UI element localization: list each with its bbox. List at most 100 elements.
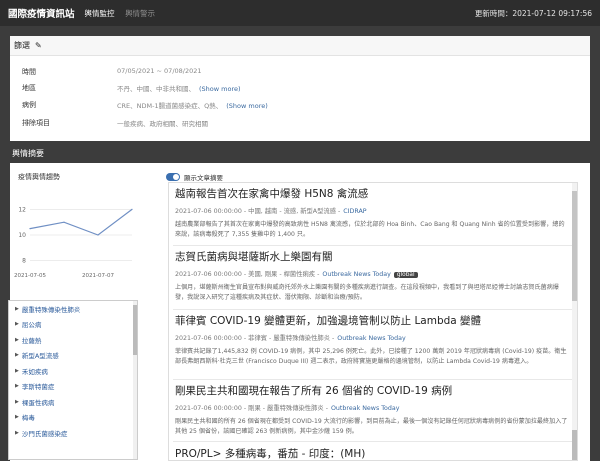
- filter-title: 篩選: [14, 41, 30, 50]
- article-meta-text: 2021-07-06 00:00:00 - 中國, 越南 - 流感, 新型A型流…: [175, 208, 341, 215]
- article-title[interactable]: 志賀氏菌病與堪薩斯水上樂園有關: [175, 249, 570, 264]
- category-label: 裸蛋性病病: [21, 398, 55, 407]
- category-label: 李斯特菌症: [21, 383, 55, 392]
- series-line: [29, 208, 133, 236]
- category-label: 新型A型流感: [21, 352, 59, 361]
- filter-value-disease: CRE、NDM-1腸道菌感染症、Q熱、 (Show more): [117, 100, 268, 110]
- filter-label-exclude: 排除項目: [22, 119, 50, 127]
- filter-exclude-text: 一般疾病、政府相關、研究相關: [117, 120, 208, 128]
- article-summary: 越南農業部報告了其首次在家禽中爆發的高致病性 H5N8 禽流感，位於北部的 Ho…: [175, 221, 565, 238]
- filter-label-disease: 病例: [22, 101, 36, 109]
- filter-region-text: 不丹、中國、中非共和國、: [117, 85, 195, 93]
- category-label: 拉薩熱: [21, 336, 42, 345]
- page-scroll-thumb[interactable]: [572, 430, 577, 460]
- trend-title: 疫情輿情趨勢: [18, 173, 60, 181]
- x-tick-label: 2021-07-05: [14, 273, 46, 279]
- article-divider: [173, 379, 573, 380]
- article-meta-text: 2021-07-06 00:00:00 - 剛果 - 嚴重特殊傳染性肺炎 -: [175, 405, 328, 412]
- category-item[interactable]: ▶ 屈公病: [9, 317, 137, 333]
- nav-monitoring[interactable]: 輿情監控: [85, 9, 115, 18]
- category-label: 沙門氏菌感染症: [21, 429, 68, 438]
- filter-value-time: 07/05/2021 ~ 07/08/2021: [117, 67, 202, 75]
- category-scrollbar[interactable]: [133, 301, 137, 459]
- filter-time-text: 07/05/2021 ~ 07/08/2021: [117, 67, 202, 75]
- article-title[interactable]: 越南報告首次在家禽中爆發 H5N8 禽流感: [175, 186, 570, 201]
- caret-right-icon[interactable]: ▶: [15, 414, 19, 420]
- article-title[interactable]: 剛果民主共和國現在報告了所有 26 個省的 COVID-19 病例: [175, 383, 570, 398]
- x-tick-label: 2021-07-07: [82, 273, 114, 279]
- article-item: PRO/PL> 多種病毒，番茄 - 印度：(MH): [175, 446, 570, 460]
- data-point: [97, 234, 99, 236]
- article-feed: 越南報告首次在家禽中爆發 H5N8 禽流感 2021-07-06 00:00:0…: [168, 182, 578, 461]
- category-item[interactable]: ▶ 沙門氏菌感染症: [9, 425, 137, 441]
- brand-title[interactable]: 國際疫情資訊站: [8, 6, 75, 20]
- category-item[interactable]: ▶ 嚴重特殊傳染性肺炎: [9, 301, 137, 317]
- filter-value-region: 不丹、中國、中非共和國、 (Show more): [117, 83, 241, 93]
- article-meta-text: 2021-07-06 00:00:00 - 菲律賓 - 嚴重特殊傳染性肺炎 -: [175, 335, 335, 342]
- y-tick-label: 10: [18, 232, 26, 239]
- article-item: 菲律賓 COVID-19 變體更新，加強邊境管制以防止 Lambda 變體 20…: [175, 313, 570, 367]
- article-source-link[interactable]: Outbreak News Today: [331, 405, 399, 412]
- top-navbar: 國際疫情資訊站 輿情監控 輿情警示 更新時間：2021-07-12 09:17:…: [0, 0, 600, 26]
- article-summary: 剛果民主共和國的所有 26 個省現在都受到 COVID-19 大流行的影響，到目…: [175, 418, 568, 435]
- article-source-link[interactable]: Outbreak News Today: [322, 271, 390, 278]
- article-tag-badge[interactable]: global: [393, 272, 418, 278]
- category-list: ▶ 嚴重特殊傳染性肺炎 ▶ 屈公病 ▶ 拉薩熱 ▶ 新型A型流感 ▶ 禾如疾病 ▶ 李斯特菌症 ▶ 裸蛋性…: [8, 300, 138, 460]
- article-divider: [173, 441, 573, 442]
- filter-label-region: 地區: [22, 84, 36, 92]
- y-tick-label: 8: [22, 258, 26, 265]
- filter-disease-text: CRE、NDM-1腸道菌感染症、Q熱、: [117, 102, 223, 110]
- category-item[interactable]: ▶ 新型A型流感: [9, 348, 137, 364]
- article-summary: 菲律賓共記錄了1,445,832 例 COVID-19 病例，其中 25,296…: [175, 348, 567, 365]
- toggle-knob: [173, 174, 179, 180]
- trend-line-chart: 8 10 12 2021-07-05 2021-07-07: [14, 206, 133, 279]
- article-title[interactable]: 菲律賓 COVID-19 變體更新，加強邊境管制以防止 Lambda 變體: [175, 313, 570, 328]
- caret-right-icon[interactable]: ▶: [15, 368, 19, 374]
- main-nav: 輿情監控 輿情警示: [85, 8, 164, 19]
- caret-right-icon[interactable]: ▶: [15, 321, 19, 327]
- category-label: 禾如疾病: [21, 367, 48, 376]
- article-item: 越南報告首次在家禽中爆發 H5N8 禽流感 2021-07-06 00:00:0…: [175, 186, 570, 240]
- filter-value-exclude: 一般疾病、政府相關、研究相關: [117, 118, 208, 128]
- article-meta: 2021-07-06 00:00:00 - 中國, 越南 - 流感, 新型A型流…: [175, 206, 570, 215]
- summary-toggle[interactable]: 顯示文章摘要: [166, 172, 223, 182]
- filter-label-time: 時間: [22, 68, 36, 76]
- caret-right-icon[interactable]: ▶: [15, 399, 19, 405]
- category-item[interactable]: ▶ 梅毒: [9, 410, 137, 426]
- data-point: [131, 208, 133, 210]
- caret-right-icon[interactable]: ▶: [15, 306, 19, 312]
- disease-show-more-link[interactable]: (Show more): [226, 102, 268, 110]
- article-source-link[interactable]: Outbreak News Today: [337, 335, 405, 342]
- article-title[interactable]: PRO/PL> 多種病毒，番茄 - 印度：(MH): [175, 446, 570, 460]
- caret-right-icon[interactable]: ▶: [15, 352, 19, 358]
- category-item[interactable]: ▶ 李斯特菌症: [9, 379, 137, 395]
- article-item: 志賀氏菌病與堪薩斯水上樂園有關 2021-07-06 00:00:00 - 美國…: [175, 249, 570, 303]
- category-item[interactable]: ▶ 裸蛋性病病: [9, 394, 137, 410]
- category-item[interactable]: ▶ 禾如疾病: [9, 363, 137, 379]
- category-label: 屈公病: [21, 321, 42, 330]
- category-scroll-thumb[interactable]: [133, 305, 137, 355]
- caret-right-icon[interactable]: ▶: [15, 430, 19, 436]
- article-meta: 2021-07-06 00:00:00 - 剛果 - 嚴重特殊傳染性肺炎 - Ou…: [175, 403, 570, 412]
- article-meta: 2021-07-06 00:00:00 - 菲律賓 - 嚴重特殊傳染性肺炎 -O…: [175, 333, 570, 342]
- article-divider: [173, 309, 573, 310]
- region-show-more-link[interactable]: (Show more): [199, 85, 241, 93]
- article-source-link[interactable]: CIDRAP: [343, 208, 366, 215]
- feed-scroll-thumb[interactable]: [572, 191, 577, 301]
- feed-scrollbar[interactable]: [572, 183, 577, 460]
- update-time: 更新時間：2021-07-12 09:17:56: [474, 8, 592, 18]
- article-meta: 2021-07-06 00:00:00 - 美國, 剛果 - 桿菌性痢疾 - Ou…: [175, 269, 570, 278]
- category-label: 嚴重特殊傳染性肺炎: [21, 305, 81, 314]
- caret-right-icon[interactable]: ▶: [15, 383, 19, 389]
- toggle-switch[interactable]: [166, 173, 180, 181]
- category-item[interactable]: ▶ 拉薩熱: [9, 332, 137, 348]
- caret-right-icon[interactable]: ▶: [15, 337, 19, 343]
- data-point: [29, 228, 31, 230]
- article-summary: 上個月，堪薩斯州衛生官員宣布對與威奇托郊外水上樂園有關的多種疾病進行調查。在這段…: [175, 284, 559, 301]
- filter-panel: 篩選 ✎ 時間 07/05/2021 ~ 07/08/2021 地區 不丹、中國…: [10, 36, 590, 141]
- toggle-label: 顯示文章摘要: [184, 174, 223, 182]
- article-item: 剛果民主共和國現在報告了所有 26 個省的 COVID-19 病例 2021-0…: [175, 383, 570, 437]
- article-divider: [173, 245, 573, 246]
- nav-alerts[interactable]: 輿情警示: [125, 9, 155, 18]
- pencil-icon[interactable]: ✎: [35, 41, 42, 50]
